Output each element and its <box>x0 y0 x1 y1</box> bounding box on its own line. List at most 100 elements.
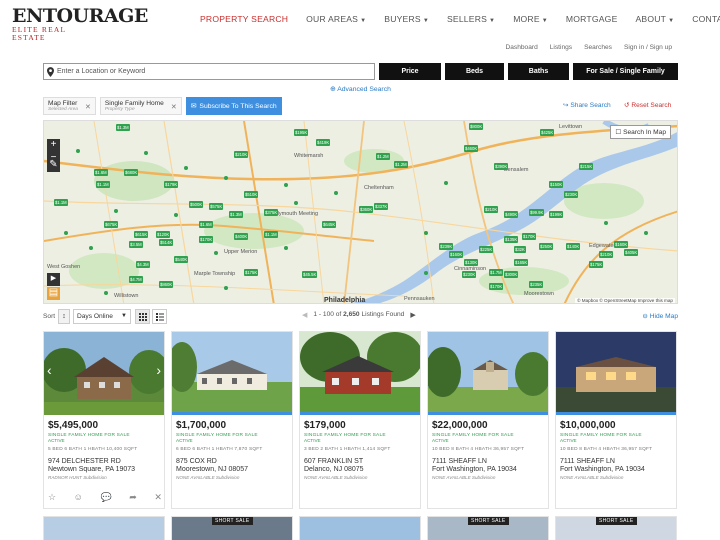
map-marker[interactable] <box>214 251 218 255</box>
map-price-pin[interactable]: $210K <box>234 151 249 158</box>
map-price-pin[interactable]: $3.5M <box>129 241 143 248</box>
nav-contact[interactable]: CONTACT▼ <box>692 14 720 24</box>
map-price-pin[interactable]: $120K <box>156 231 171 238</box>
map-price-pin[interactable]: $165K <box>514 259 529 266</box>
nav-property-search[interactable]: PROPERTY SEARCH <box>200 14 288 24</box>
map-marker[interactable] <box>104 291 108 295</box>
listing-card[interactable]: $179,000 SINGLE FAMILY HOME FOR SALE ACT… <box>299 331 421 509</box>
prev-page-icon[interactable]: ◀ <box>302 311 307 319</box>
map-price-pin[interactable]: $540K <box>174 256 189 263</box>
map-price-pin[interactable]: $170K <box>199 236 214 243</box>
nav-about[interactable]: ABOUT ▼ <box>636 14 675 24</box>
map-price-pin[interactable]: $800K <box>469 123 484 130</box>
nav-sellers[interactable]: SELLERS ▼ <box>447 14 495 24</box>
map-price-pin[interactable]: $235K <box>529 281 544 288</box>
map-price-pin[interactable]: $215K <box>579 163 594 170</box>
nav-mortgage[interactable]: MORTGAGE <box>566 14 618 24</box>
map-marker[interactable] <box>224 286 228 290</box>
map-price-pin[interactable]: $199K <box>549 211 564 218</box>
map-marker[interactable] <box>114 209 118 213</box>
sort-direction-button[interactable]: ↕ <box>58 309 70 324</box>
map-price-pin[interactable]: $170K <box>489 283 504 290</box>
next-page-icon[interactable]: ▶ <box>410 311 415 319</box>
map-marker[interactable] <box>89 246 93 250</box>
map-price-pin[interactable]: $99.9K <box>529 209 545 216</box>
map-price-pin[interactable]: $130K <box>464 259 479 266</box>
listing-address[interactable]: 607 FRANKLIN ST <box>304 458 363 465</box>
map-price-pin[interactable]: $225K <box>479 246 494 253</box>
star-icon[interactable]: ☆ <box>48 492 56 503</box>
map-marker[interactable] <box>76 149 80 153</box>
map-price-pin[interactable]: $1.2M <box>376 153 390 160</box>
map-price-pin[interactable]: $1.2M <box>394 161 408 168</box>
map-price-pin[interactable]: $860K <box>159 281 174 288</box>
listing-card[interactable]: $22,000,000 SINGLE FAMILY HOME FOR SALE … <box>427 331 549 509</box>
advanced-search-link[interactable]: ⊕ Advanced Search <box>330 85 391 93</box>
listing-card-partial[interactable]: SHORT SALE <box>171 516 293 540</box>
map-marker[interactable] <box>604 221 608 225</box>
listing-card-partial[interactable]: SHORT SALE <box>555 516 677 540</box>
map-price-pin[interactable]: $140K <box>566 243 581 250</box>
listing-card[interactable]: $10,000,000 SINGLE FAMILY HOME FOR SALE … <box>555 331 677 509</box>
listing-card[interactable]: $1,700,000 SINGLE FAMILY HOME FOR SALE A… <box>171 331 293 509</box>
map-price-pin[interactable]: $1.7M <box>489 269 503 276</box>
link-searches[interactable]: Searches <box>584 44 612 51</box>
map-marker[interactable] <box>444 181 448 185</box>
nav-buyers[interactable]: BUYERS ▼ <box>384 14 429 24</box>
map-price-pin[interactable]: $680K <box>124 169 139 176</box>
smiley-icon[interactable]: ☺ <box>74 492 83 503</box>
map-price-pin[interactable]: $575K <box>209 203 224 210</box>
map-marker[interactable] <box>644 231 648 235</box>
draw-pencil-button[interactable]: ✎ <box>47 159 60 172</box>
map-price-pin[interactable]: $675K <box>104 221 119 228</box>
map-price-pin[interactable]: $510K <box>244 191 259 198</box>
close-icon[interactable]: ✕ <box>85 103 91 111</box>
nav-our-areas[interactable]: OUR AREAS ▼ <box>306 14 366 24</box>
map-price-pin[interactable]: $230K <box>564 191 579 198</box>
listing-address[interactable]: 974 DELCHESTER RD <box>48 458 121 465</box>
map-marker[interactable] <box>144 151 148 155</box>
listing-photo[interactable] <box>300 332 420 415</box>
map-price-pin[interactable]: $1.6M <box>199 221 213 228</box>
map-price-pin[interactable]: $405K <box>624 249 639 256</box>
listing-address[interactable]: 875 COX RD <box>176 458 217 465</box>
property-type-button[interactable]: For Sale / Single Family <box>573 63 678 80</box>
listing-address[interactable]: 7111 SHEAFF LN <box>560 458 615 465</box>
zoom-in-button[interactable]: + <box>47 139 60 152</box>
listing-map[interactable]: Levittown Whitemarsh Bensalem Cheltenham… <box>43 120 678 304</box>
map-price-pin[interactable]: $239K <box>439 243 454 250</box>
map-price-pin[interactable]: $360K <box>359 206 374 213</box>
map-marker[interactable] <box>334 191 338 195</box>
map-price-pin[interactable]: $230K <box>462 271 477 278</box>
map-marker[interactable] <box>184 166 188 170</box>
map-price-pin[interactable]: $419K <box>316 139 331 146</box>
map-price-pin[interactable]: $32K <box>514 246 526 253</box>
map-price-pin[interactable]: $150K <box>549 181 564 188</box>
listing-card-partial[interactable] <box>299 516 421 540</box>
link-sign-in[interactable]: Sign in / Sign up <box>624 44 672 51</box>
map-price-pin[interactable]: $460K <box>464 145 479 152</box>
listing-photo[interactable] <box>556 332 676 415</box>
location-search-input[interactable]: Enter a Location or Keyword <box>43 63 375 80</box>
close-icon[interactable]: ✕ <box>154 492 162 503</box>
next-photo-icon[interactable]: › <box>156 362 161 378</box>
comment-icon[interactable]: 💬 <box>100 492 111 503</box>
map-price-pin[interactable]: $400K <box>234 233 249 240</box>
map-price-pin[interactable]: $1.3M <box>116 124 130 131</box>
listing-photo[interactable] <box>172 332 292 415</box>
map-price-pin[interactable]: $250K <box>539 243 554 250</box>
map-price-pin[interactable]: $1.1M <box>96 181 110 188</box>
map-price-pin[interactable]: $210K <box>484 206 499 213</box>
listing-card-partial[interactable] <box>43 516 165 540</box>
listing-photo[interactable] <box>428 332 548 415</box>
map-marker[interactable] <box>174 213 178 217</box>
expand-arrow-button[interactable]: ▶ <box>47 273 60 286</box>
link-dashboard[interactable]: Dashboard <box>505 44 537 51</box>
map-price-pin[interactable]: $210K <box>599 251 614 258</box>
baths-filter-button[interactable]: Baths <box>508 63 569 80</box>
subscribe-button[interactable]: ✉ Subscribe To This Search <box>185 97 282 115</box>
search-in-map-checkbox[interactable]: ☐ Search In Map <box>610 125 671 139</box>
map-marker[interactable] <box>424 271 428 275</box>
map-price-pin[interactable]: $1.1M <box>264 231 278 238</box>
map-price-pin[interactable]: $645K <box>322 221 337 228</box>
